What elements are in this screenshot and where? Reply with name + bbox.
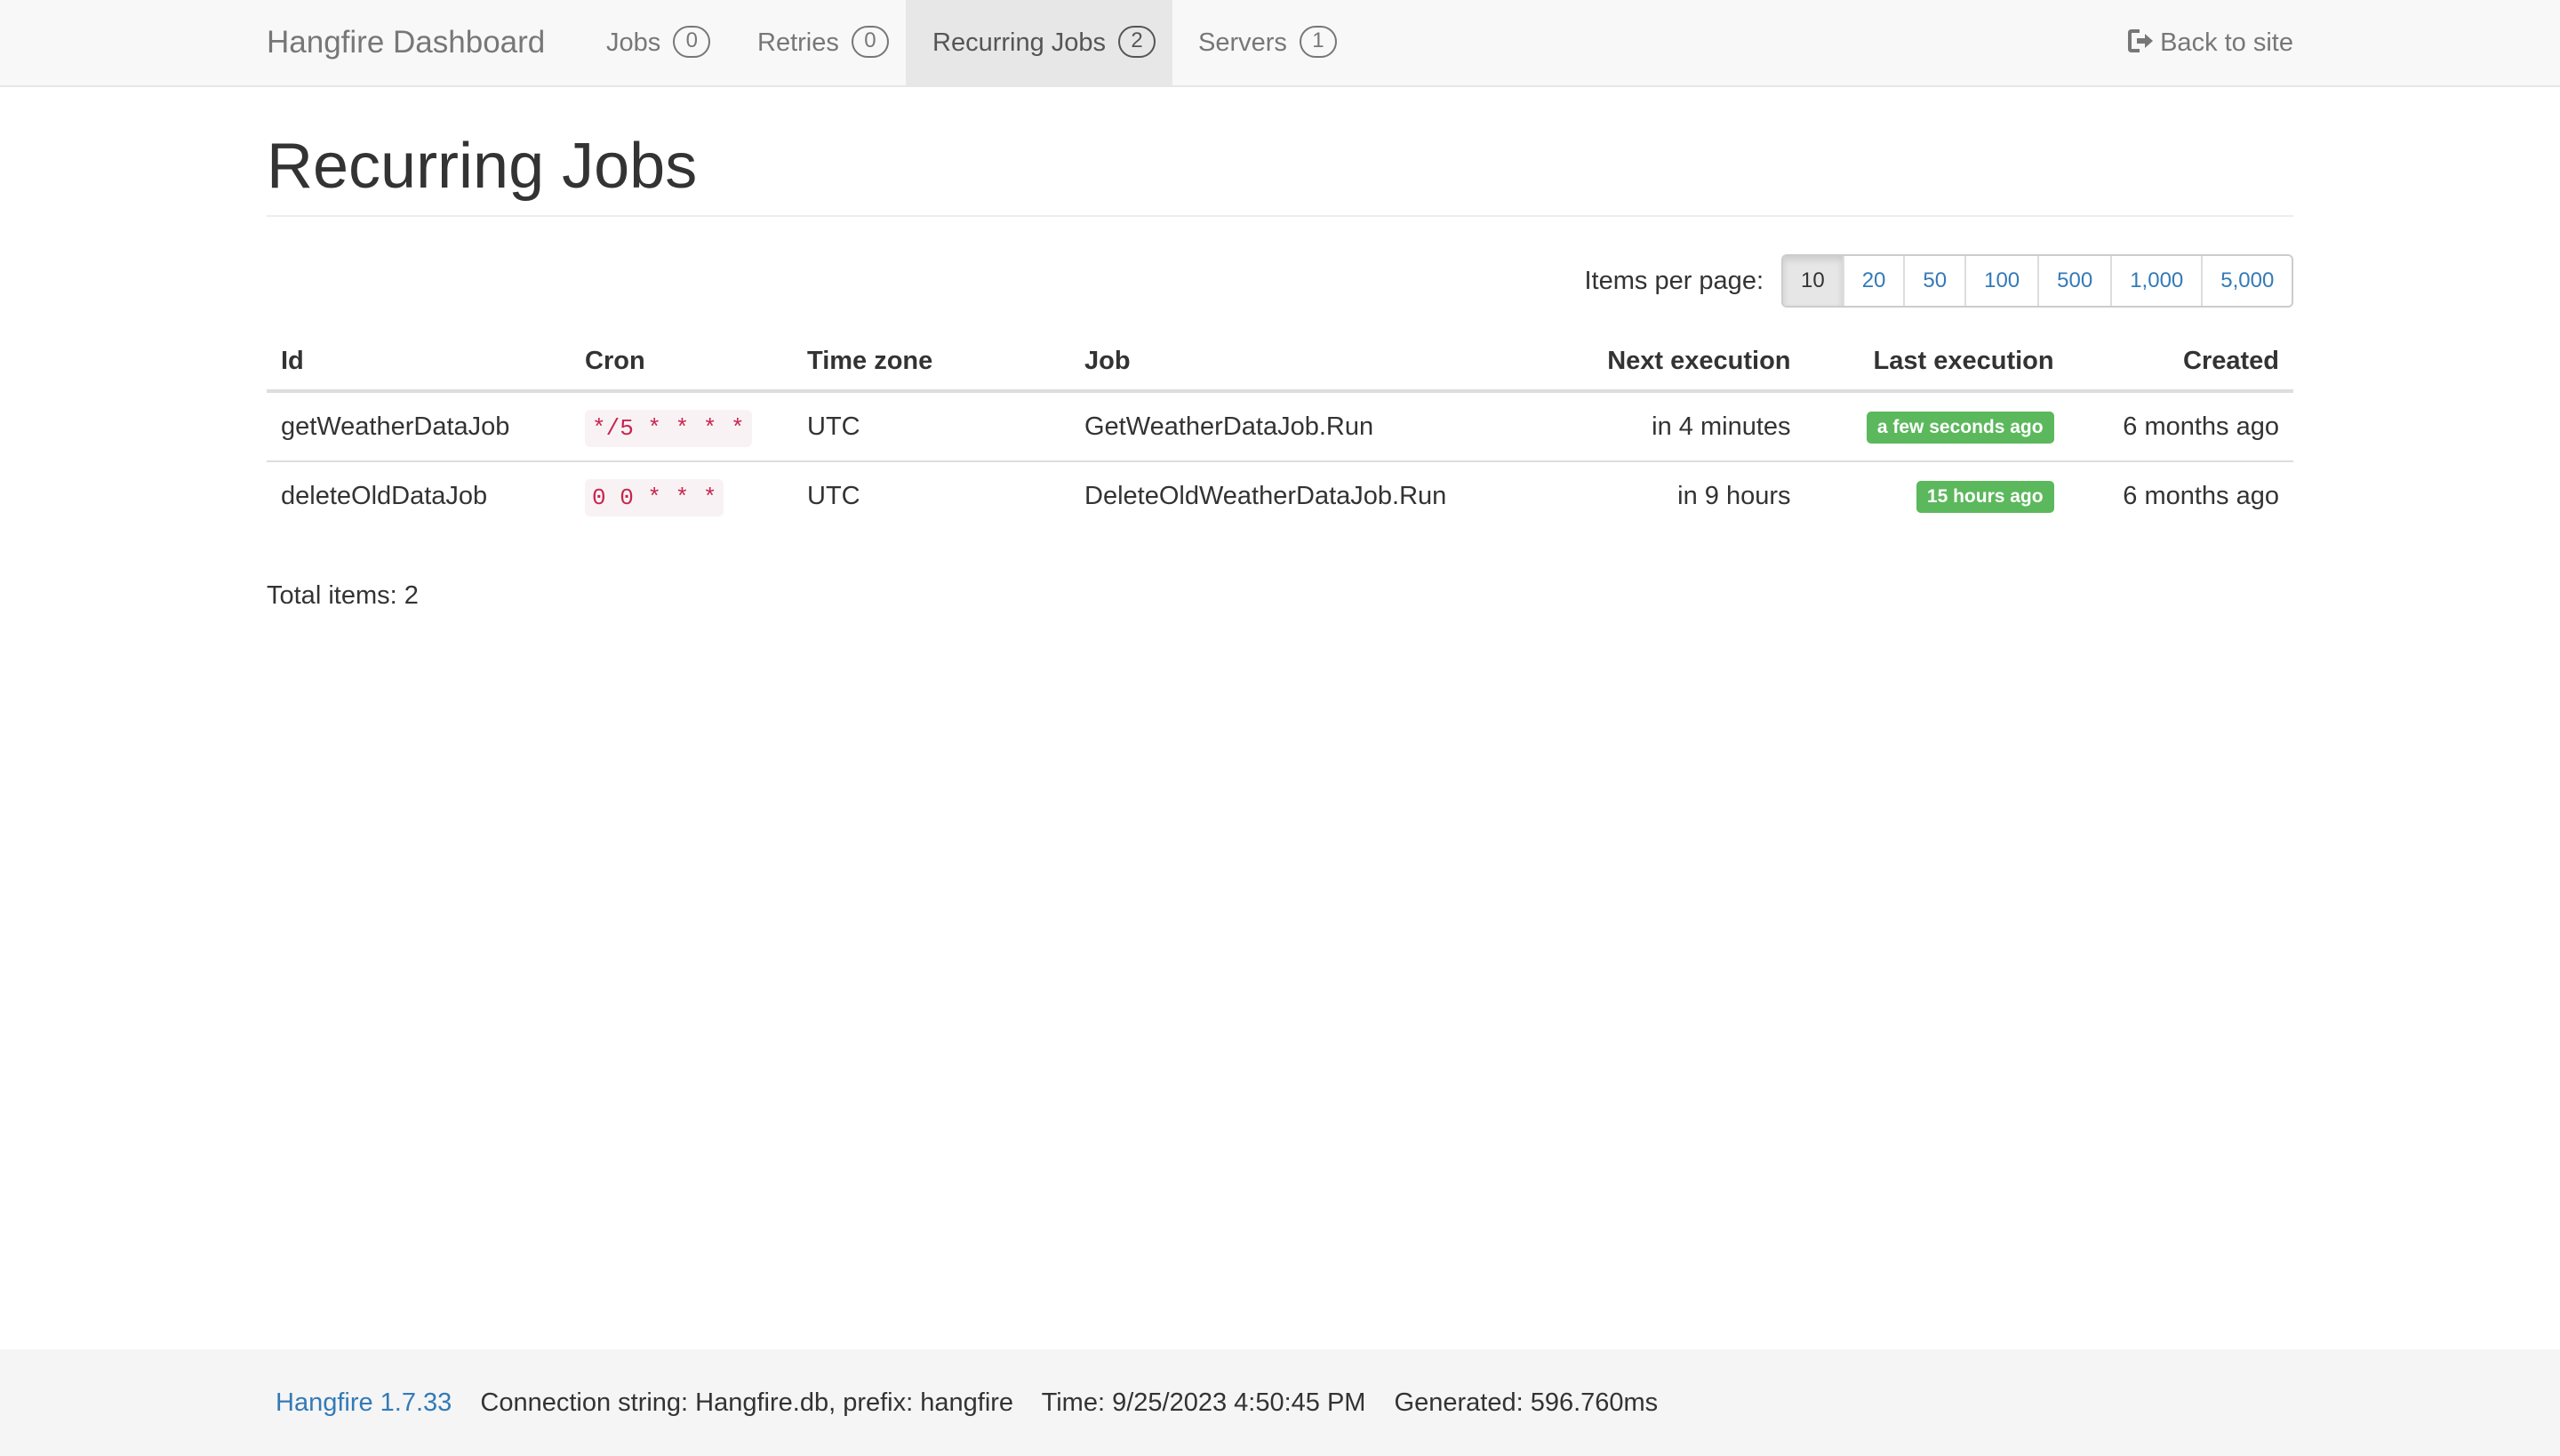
nav-item-jobs[interactable]: Jobs 0 [580, 0, 737, 85]
nav-count-badge: 0 [673, 26, 711, 59]
column-header-created: Created [2068, 332, 2293, 393]
nav-item-label: Jobs [606, 28, 661, 57]
items-per-page-selector: 10 20 50 100 500 1,000 5,000 [1781, 254, 2294, 308]
column-header-last-execution: Last execution [1804, 332, 2068, 393]
time-zone-cell: UTC [793, 391, 1070, 462]
column-header-id: Id [267, 332, 571, 393]
last-execution-cell: a few seconds ago [1804, 391, 2068, 462]
column-header-job: Job [1070, 332, 1547, 393]
job-method-cell: GetWeatherDataJob.Run [1070, 391, 1547, 462]
next-execution-cell: in 9 hours [1677, 481, 1791, 510]
cron-cell: */5 * * * * [571, 391, 793, 462]
nav-item-label: Retries [757, 28, 839, 57]
page-size-5000-button[interactable]: 5,000 [2201, 256, 2292, 306]
nav-count-badge: 0 [851, 26, 889, 59]
cron-expression: 0 0 * * * [585, 478, 724, 516]
page-size-50-button[interactable]: 50 [1903, 256, 1965, 306]
last-execution-cell: 15 hours ago [1805, 461, 2068, 530]
nav-count-badge: 1 [1299, 26, 1337, 59]
job-id-cell: getWeatherDataJob [267, 391, 571, 462]
nav-item-retries[interactable]: Retries 0 [731, 0, 916, 85]
next-execution-cell: in 4 minutes [1546, 391, 1805, 462]
brand-link[interactable]: Hangfire Dashboard [267, 0, 545, 85]
table-header-row: Id Cron Time zone Job Next execution Las… [267, 332, 2293, 393]
items-per-page-label: Items per page: [1584, 267, 1764, 295]
nav-item-label: Recurring Jobs [932, 28, 1107, 57]
generation-time-text: Generated: 596.760ms [1394, 1388, 1659, 1417]
page-size-20-button[interactable]: 20 [1842, 256, 1904, 306]
table-row: getWeatherDataJob */5 * * * * UTC GetWea… [267, 391, 2293, 462]
hangfire-version-link[interactable]: Hangfire 1.7.33 [276, 1388, 452, 1417]
table-row: deleteOldDataJob 0 0 * * * UTC DeleteOld… [267, 461, 2293, 530]
sign-out-icon [2128, 29, 2154, 53]
nav-item-recurring-jobs[interactable]: Recurring Jobs 2 [906, 0, 1172, 85]
created-cell: 6 months ago [2068, 391, 2293, 462]
job-method-cell: DeleteOldWeatherDataJob.Run [1084, 481, 1447, 510]
title-divider [267, 215, 2293, 217]
column-header-time-zone: Time zone [793, 332, 1070, 393]
page-size-1000-button[interactable]: 1,000 [2110, 256, 2202, 306]
time-zone-cell: UTC [807, 481, 860, 510]
nav-item-label: Servers [1198, 28, 1287, 57]
connection-string-text: Connection string: Hangfire.db, prefix: … [480, 1388, 1014, 1417]
nav-count-badge: 2 [1118, 26, 1156, 59]
back-to-site-link[interactable]: Back to site [2128, 0, 2293, 85]
nav-item-servers[interactable]: Servers 1 [1172, 0, 1364, 85]
page-title: Recurring Jobs [267, 131, 698, 202]
page-size-100-button[interactable]: 100 [1964, 256, 2038, 306]
last-execution-badge[interactable]: a few seconds ago [1866, 411, 2054, 444]
page-size-500-button[interactable]: 500 [2037, 256, 2111, 306]
page-size-10-button[interactable]: 10 [1783, 256, 1843, 306]
column-header-cron: Cron [571, 332, 793, 393]
server-time-text: Time: 9/25/2023 4:50:45 PM [1041, 1388, 1366, 1417]
column-header-next-execution: Next execution [1546, 332, 1805, 393]
footer: Hangfire 1.7.33 Connection string: Hangf… [0, 1349, 2560, 1456]
cron-expression: */5 * * * * [585, 409, 752, 447]
back-to-site-label: Back to site [2160, 28, 2293, 57]
recurring-jobs-table: Id Cron Time zone Job Next execution Las… [267, 332, 2293, 530]
job-id-cell: deleteOldDataJob [281, 481, 488, 510]
total-items-text: Total items: 2 [267, 581, 419, 610]
created-cell: 6 months ago [2123, 481, 2279, 510]
top-navbar: Hangfire Dashboard Jobs 0 Retries 0 Recu… [0, 0, 2560, 87]
cron-cell: 0 0 * * * [571, 461, 793, 530]
last-execution-badge[interactable]: 15 hours ago [1916, 480, 2054, 513]
